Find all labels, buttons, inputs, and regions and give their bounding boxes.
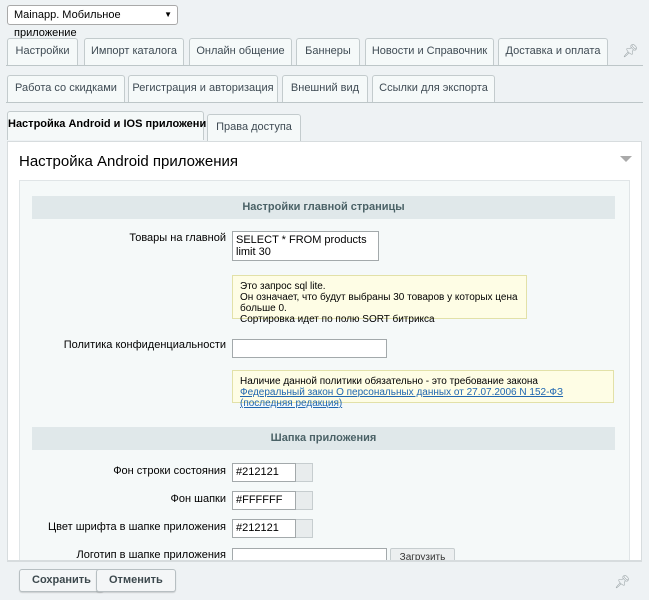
tab-settings[interactable]: Настройки bbox=[7, 38, 78, 65]
pin-icon[interactable]: 📌︎ bbox=[622, 43, 639, 59]
header-bg-input[interactable]: #FFFFFF bbox=[232, 491, 296, 510]
privacy-input[interactable] bbox=[232, 339, 387, 358]
collapse-arrow-icon[interactable] bbox=[620, 156, 632, 162]
panel-title: Настройка Android приложения bbox=[19, 153, 238, 170]
statusbar-color-label: Фон строки состояния bbox=[113, 465, 226, 477]
section-heading-main: Настройки главной страницы bbox=[32, 196, 615, 219]
header-font-picker[interactable] bbox=[296, 519, 313, 538]
header-font-input[interactable]: #212121 bbox=[232, 519, 296, 538]
logo-label: Логотип в шапке приложения bbox=[76, 549, 227, 561]
statusbar-color-picker[interactable] bbox=[296, 463, 313, 482]
tab-banners[interactable]: Баннеры bbox=[296, 38, 360, 65]
hint-text: Это запрос sql lite. bbox=[240, 281, 326, 292]
privacy-law-link[interactable]: Федеральный закон О персональных данных … bbox=[240, 387, 563, 409]
pin-icon[interactable]: 📌︎ bbox=[614, 574, 631, 590]
upload-button[interactable]: Загрузить bbox=[390, 548, 455, 560]
cancel-button[interactable]: Отменить bbox=[96, 569, 176, 592]
tab-registration[interactable]: Регистрация и авторизация bbox=[128, 75, 278, 102]
settings-panel: Настройка Android приложения Настройки г… bbox=[7, 141, 642, 561]
hint-text: Он означает, что будут выбраны 30 товаро… bbox=[240, 292, 518, 314]
section-heading-header: Шапка приложения bbox=[32, 427, 615, 450]
site-select-value: Mainapp. Мобильное приложение bbox=[14, 9, 121, 39]
form-area: Настройки главной страницы Товары на гла… bbox=[19, 180, 630, 561]
hint-text: Сортировка идет по полю SORT битрикса bbox=[240, 314, 435, 325]
products-hint: Это запрос sql lite. Он означает, что бу… bbox=[232, 275, 527, 325]
tab-catalog-import[interactable]: Импорт каталога bbox=[84, 38, 184, 65]
footer-bar: Сохранить Отменить 📌︎ bbox=[7, 561, 642, 600]
tab-access-rights[interactable]: Права доступа bbox=[207, 114, 301, 141]
tab-appearance[interactable]: Внешний вид bbox=[282, 75, 368, 102]
privacy-label: Политика конфиденциальности bbox=[63, 339, 226, 351]
logo-file-input[interactable] bbox=[232, 548, 387, 560]
site-select[interactable]: Mainapp. Мобильное приложение ▼ bbox=[7, 5, 178, 39]
tab-export-links[interactable]: Ссылки для экспорта bbox=[372, 75, 495, 102]
tab-android-ios[interactable]: Настройка Android и IOS приложений bbox=[7, 111, 213, 140]
tab-delivery[interactable]: Доставка и оплата bbox=[498, 38, 608, 65]
tab-online-chat[interactable]: Онлайн общение bbox=[189, 38, 292, 65]
statusbar-color-input[interactable]: #212121 bbox=[232, 463, 296, 482]
products-label: Товары на главной bbox=[129, 232, 226, 244]
chevron-down-icon: ▼ bbox=[164, 10, 172, 19]
tab-divider bbox=[6, 65, 643, 66]
header-bg-label: Фон шапки bbox=[170, 493, 226, 505]
tab-divider bbox=[6, 102, 643, 103]
hint-text: Наличие данной политики обязательно - эт… bbox=[240, 376, 538, 387]
header-font-label: Цвет шрифта в шапке приложения bbox=[47, 521, 226, 533]
products-query-textarea[interactable]: SELECT * FROM products limit 30 bbox=[232, 231, 379, 261]
header-bg-picker[interactable] bbox=[296, 491, 313, 510]
tab-news[interactable]: Новости и Справочник bbox=[365, 38, 494, 65]
save-button[interactable]: Сохранить bbox=[19, 569, 104, 592]
privacy-hint: Наличие данной политики обязательно - эт… bbox=[232, 370, 614, 409]
tab-discounts[interactable]: Работа со скидками bbox=[7, 75, 125, 102]
